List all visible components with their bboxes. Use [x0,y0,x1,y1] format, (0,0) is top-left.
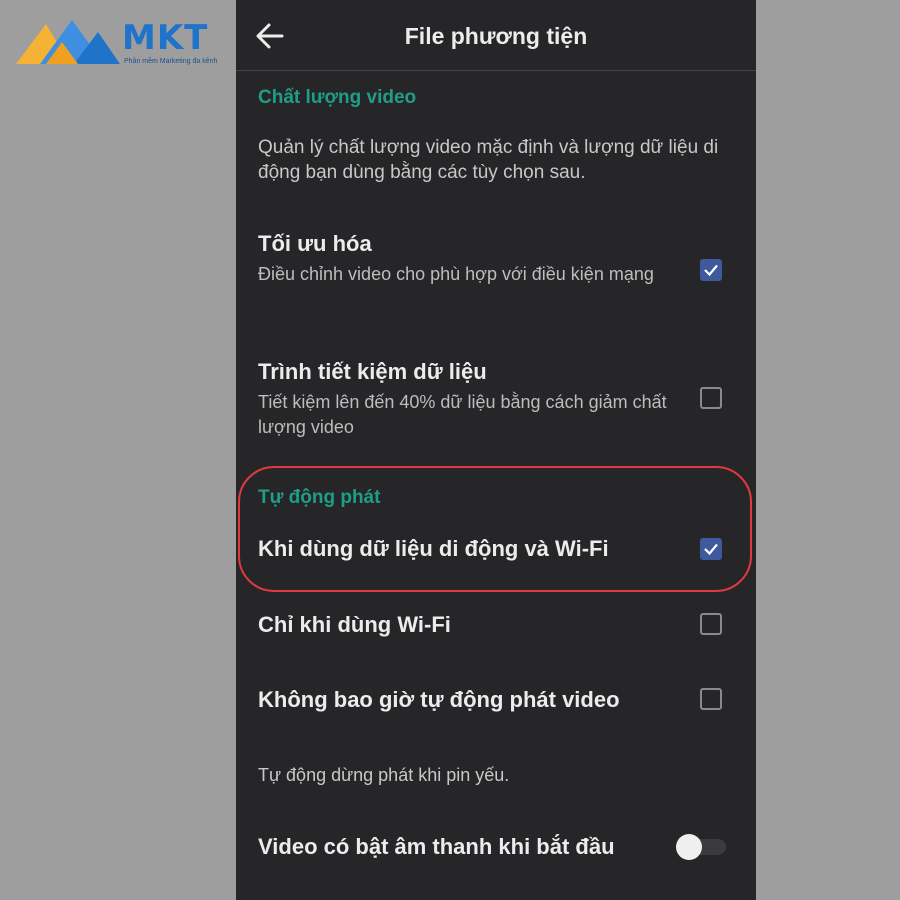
option-title: Khi dùng dữ liệu di động và Wi-Fi [258,536,609,561]
section-title-video-quality: Chất lượng video [258,87,417,108]
highlight-outline [238,466,752,592]
check-icon [704,264,718,277]
top-app-bar: File phương tiện [236,0,756,71]
logo-brand-text: MKT [122,18,209,58]
media-settings-screen: File phương tiện Chất lượng video Quản l… [236,0,756,900]
option-subtitle: Tiết kiệm lên đến 40% dữ liệu bằng cách … [258,392,667,437]
mkt-logo: MKT Phần mềm Marketing đa kênh [16,14,226,70]
option-mobile-and-wifi[interactable]: Khi dùng dữ liệu di động và Wi-Fi [236,535,756,565]
option-wifi-only[interactable]: Chỉ khi dùng Wi-Fi [236,611,756,641]
logo-tagline: Phần mềm Marketing đa kênh [124,58,218,65]
mobile-wifi-checkbox[interactable] [700,538,722,560]
sound-toggle[interactable] [676,834,726,860]
option-never-autoplay[interactable]: Không bao giờ tự động phát video [236,686,756,716]
mountain-logo-icon [16,20,120,64]
low-battery-note: Tự động dừng phát khi pin yếu. [258,765,510,785]
option-subtitle: Điều chỉnh video cho phù hợp với điều ki… [258,264,654,284]
video-quality-description: Quản lý chất lượng video mặc định và lượ… [258,137,719,183]
option-title: Tối ưu hóa [258,231,372,256]
option-title: Video có bật âm thanh khi bắt đầu [258,834,615,859]
data-saver-checkbox[interactable] [700,387,722,409]
section-title-autoplay: Tự động phát [258,487,381,508]
option-title: Chỉ khi dùng Wi-Fi [258,612,451,637]
check-icon [704,543,718,556]
option-title: Không bao giờ tự động phát video [258,687,620,712]
option-data-saver[interactable]: Trình tiết kiệm dữ liệu Tiết kiệm lên đế… [236,358,756,448]
option-title: Trình tiết kiệm dữ liệu [258,359,487,384]
optimize-checkbox[interactable] [700,259,722,281]
wifi-only-checkbox[interactable] [700,613,722,635]
never-autoplay-checkbox[interactable] [700,688,722,710]
option-optimize[interactable]: Tối ưu hóa Điều chỉnh video cho phù hợp … [236,230,756,320]
toggle-knob [676,834,702,860]
page-title: File phương tiện [404,23,588,49]
